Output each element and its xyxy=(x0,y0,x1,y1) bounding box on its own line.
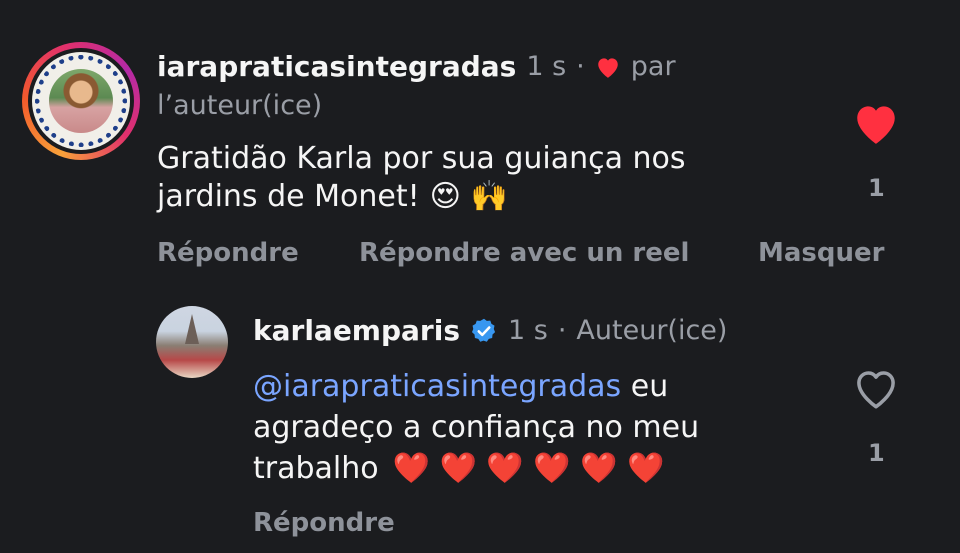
reply-text-line3: trabalho xyxy=(253,451,379,486)
separator: · xyxy=(557,315,567,346)
author-label: l’auteur(ice) xyxy=(157,90,323,121)
comment-text: Gratidão Karla por sua guiança nos jardi… xyxy=(157,140,817,216)
avatar-pattern xyxy=(35,55,127,147)
comment-header: iarapraticasintegradas 1 s · par xyxy=(157,50,676,83)
heart-liked-by-author-icon xyxy=(595,55,621,79)
verified-badge-icon xyxy=(470,317,498,345)
like-count: 1 xyxy=(868,439,885,467)
username[interactable]: iarapraticasintegradas xyxy=(157,50,516,83)
avatar[interactable] xyxy=(156,306,228,378)
avatar xyxy=(32,52,130,150)
heart-outline-icon xyxy=(857,371,895,409)
heart-filled-icon xyxy=(857,106,895,144)
eiffel-tower-image xyxy=(185,314,199,344)
reply-button[interactable]: Répondre xyxy=(157,238,299,268)
reply-header: karlaemparis 1 s · Auteur(ice) xyxy=(253,314,727,347)
like-button[interactable] xyxy=(851,365,901,415)
username[interactable]: karlaemparis xyxy=(253,314,460,347)
like-count: 1 xyxy=(868,174,885,202)
mention-link[interactable]: @iarapraticasintegradas xyxy=(253,369,621,404)
reply-text-line2: agradeço a confiança no meu xyxy=(253,410,700,445)
separator: · xyxy=(576,51,585,82)
avatar-gap xyxy=(28,48,134,154)
hide-button[interactable]: Masquer xyxy=(758,238,884,268)
red-hearts-emoji: ❤️ ❤️ ❤️ ❤️ ❤️ ❤️ xyxy=(392,451,665,486)
heart-eyes-emoji: 😍 xyxy=(429,179,461,214)
raising-hands-emoji: 🙌 xyxy=(470,179,509,214)
avatar-story-ring[interactable] xyxy=(22,42,140,160)
timestamp: 1 s xyxy=(508,315,548,346)
reply-text-line1: eu xyxy=(621,369,669,404)
timestamp: 1 s xyxy=(526,51,567,82)
reply-button[interactable]: Répondre xyxy=(253,508,395,538)
reply-with-reel-button[interactable]: Répondre avec un reel xyxy=(359,238,689,268)
reply-text: @iarapraticasintegradas eu agradeço a co… xyxy=(253,366,853,489)
author-label: Auteur(ice) xyxy=(576,315,728,346)
like-button[interactable] xyxy=(851,100,901,150)
comment-text-line1: Gratidão Karla por sua guiança nos xyxy=(157,141,686,176)
comment-text-line2: jardins de Monet! xyxy=(157,179,420,214)
by-label: par xyxy=(630,51,676,82)
